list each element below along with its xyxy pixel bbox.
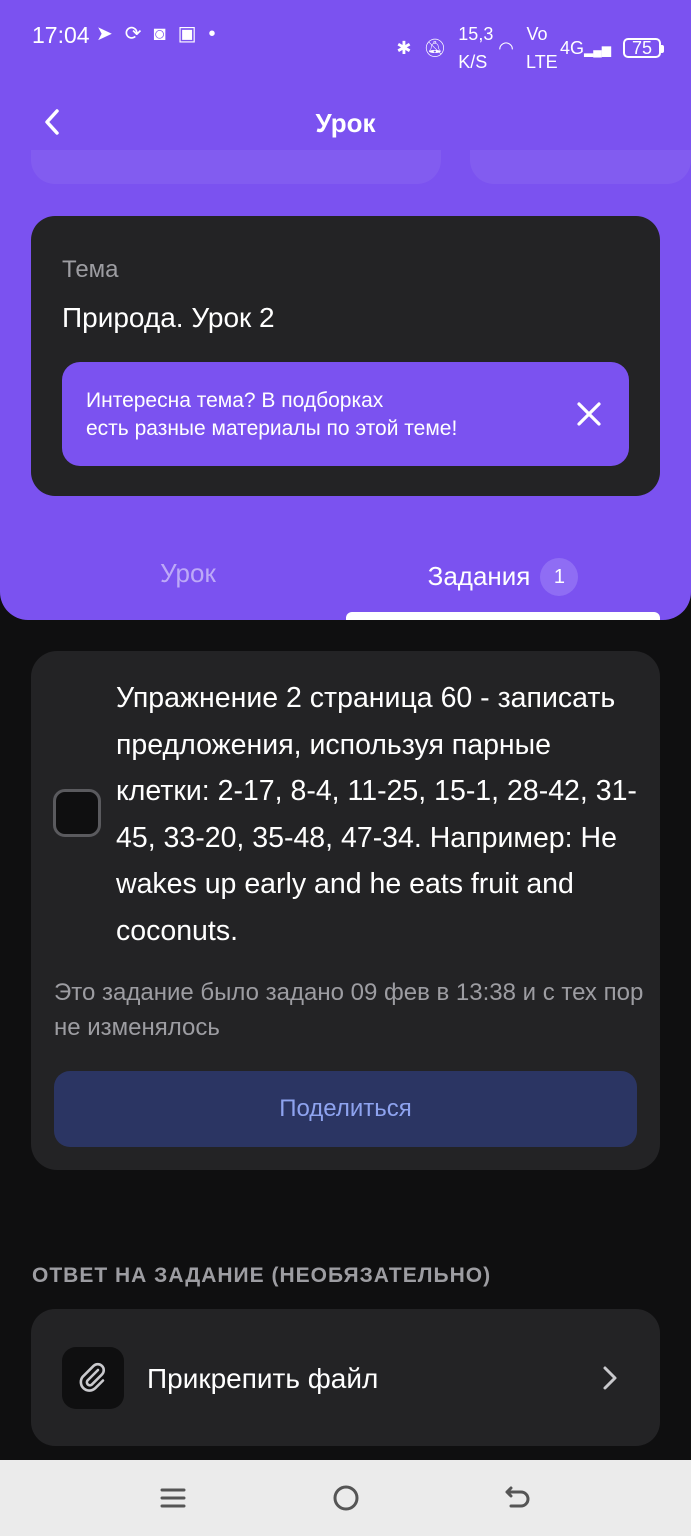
tasks-count-badge: 1 <box>540 558 579 596</box>
tab-bar: Урок Задания 1 <box>0 540 691 620</box>
back-arrow-icon <box>505 1486 530 1508</box>
home-circle-icon <box>333 1485 359 1511</box>
task-card: Упражнение 2 страница 60 - записать пред… <box>31 651 660 1170</box>
notification-dot-icon: • <box>208 23 216 45</box>
tab-lesson[interactable]: Урок <box>0 558 376 589</box>
page-title: Урок <box>315 108 376 138</box>
task-text: Упражнение 2 страница 60 - записать пред… <box>116 682 637 947</box>
signal-label: 4G <box>560 38 585 58</box>
tab-tasks-label: Задания <box>427 561 531 591</box>
attach-icon-container <box>62 1347 124 1409</box>
camera-icon: ◙ <box>153 23 166 45</box>
menu-icon <box>160 1488 186 1508</box>
promo-close-button[interactable] <box>573 398 605 430</box>
attach-file-row[interactable]: Прикрепить файл <box>31 1309 660 1446</box>
header-panel: 17:04 ➤ ⟳ ◙ ▣ • ✱ 🔕︎ 15,3 K/S ◠ Vo LTE 4G▂… <box>0 0 691 620</box>
next-card-edge <box>470 150 691 184</box>
signal-icon: 4G▂▄▆ <box>560 38 611 58</box>
net-speed: 15,3 K/S <box>458 20 493 76</box>
tab-tasks[interactable]: Задания 1 <box>346 558 660 596</box>
share-button[interactable]: Поделиться <box>54 1071 637 1147</box>
battery-level: 75 <box>631 38 653 58</box>
nav-menu-button[interactable] <box>155 1480 191 1516</box>
sync-icon: ⟳ <box>124 23 142 45</box>
telegram-icon: ➤ <box>96 23 113 45</box>
active-tab-indicator <box>346 612 660 620</box>
status-time: 17:04 <box>32 22 90 48</box>
topic-card: Тема Природа. Урок 2 Интересна тема? В п… <box>31 216 660 496</box>
nav-back-button[interactable] <box>500 1480 536 1516</box>
promo-text: Интересна тема? В подборках есть разные … <box>86 387 546 443</box>
nav-home-button[interactable] <box>328 1480 364 1516</box>
wifi-icon: ◠ <box>498 38 515 58</box>
volte-indicator: Vo LTE <box>526 20 558 76</box>
answer-section-label: ОТВЕТ НА ЗАДАНИЕ (НЕОБЯЗАТЕЛЬНО) <box>32 1264 492 1287</box>
volte-bottom: LTE <box>526 52 558 72</box>
volte-top: Vo <box>526 24 548 44</box>
promo-line-1: Интересна тема? В подборках <box>86 389 384 412</box>
chevron-right-icon <box>603 1366 617 1390</box>
task-assigned-note: Это задание было задано 09 фев в 13:38 и… <box>54 979 644 1041</box>
net-speed-value: 15,3 <box>458 24 494 44</box>
net-speed-unit: K/S <box>458 52 488 72</box>
task-done-checkbox[interactable] <box>53 789 101 837</box>
bluetooth-icon: ✱ <box>396 38 412 58</box>
close-icon <box>577 402 601 426</box>
topic-value: Природа. Урок 2 <box>62 302 275 333</box>
paperclip-icon <box>79 1362 105 1392</box>
previous-card-edge <box>31 150 441 184</box>
chart-icon: ▣ <box>177 23 197 45</box>
collections-promo-banner[interactable]: Интересна тема? В подборках есть разные … <box>62 362 629 466</box>
attach-file-label: Прикрепить файл <box>147 1363 379 1394</box>
promo-line-2: есть разные материалы по этой теме! <box>86 417 458 440</box>
topic-label: Тема <box>62 256 119 283</box>
system-nav-bar <box>0 1460 691 1536</box>
share-button-label: Поделиться <box>279 1095 412 1122</box>
status-bar: 17:04 ➤ ⟳ ◙ ▣ • ✱ 🔕︎ 15,3 K/S ◠ Vo LTE 4G▂… <box>0 0 691 72</box>
battery-icon: 75 <box>623 38 664 58</box>
mute-bell-icon: 🔕︎ <box>423 38 447 58</box>
